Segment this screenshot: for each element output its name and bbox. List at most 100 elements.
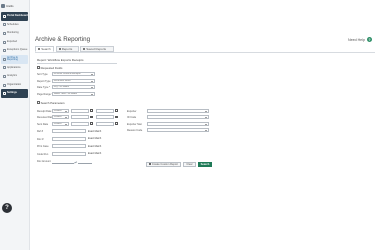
sidebar-item-label: Exceptions Queue [7,48,28,52]
tab-label: Saved Reports [86,46,107,51]
sidebar-item-label: Organization [7,82,22,86]
field-label: Report Type [37,79,51,83]
calendar-icon[interactable] [115,115,118,119]
sent-date-to-input[interactable] [96,121,114,126]
field-label: Sort Type [37,73,48,76]
doc-input[interactable] [52,136,86,141]
help-icon: ? [366,37,372,42]
ref-input[interactable] [52,129,86,134]
receipt-date-select[interactable]: Custom [52,108,69,113]
field-label: ID Code [127,116,137,119]
field-label: Sent Date [37,122,49,126]
exact-match-label: Exact Match [88,144,102,148]
calendar-icon[interactable] [90,122,93,125]
calendar-icon[interactable] [90,115,93,119]
print-case-input[interactable] [52,144,86,149]
received-date-to-input[interactable] [96,115,114,120]
collapse-checkbox-icon [37,66,40,69]
section-requested-fields[interactable]: Requested Fields [37,66,62,70]
plus-icon [149,163,152,166]
need-help-label: Need Help [348,37,365,42]
exact-match-label: Exact Match [88,152,102,156]
sidebar-item-monitoring[interactable]: Monitoring [1,29,28,38]
sidebar-item-applications[interactable]: Applications [1,64,28,73]
receipt-date-from-input[interactable] [71,108,89,113]
field-label: Code Run [37,152,49,156]
apps-icon [2,66,6,70]
search-icon [38,47,41,50]
collapse-checkbox-icon [37,101,40,104]
exact-match-label: Exact Match [88,129,102,133]
received-date-select[interactable]: Custom [52,115,69,120]
tab-label: Reports [61,46,73,51]
export-icon [2,40,6,44]
search-button[interactable]: Search [198,162,212,167]
section-title: Search Parameters [40,100,65,105]
divider [37,62,117,63]
app-logo-icon [1,4,5,8]
organization-icon [2,83,6,87]
received-date-from-input[interactable] [71,115,89,120]
sidebar-item-label: Exported [7,39,18,43]
sidebar-item-label: Applications [7,65,21,69]
sidebar-item-label: Monitoring [7,31,19,35]
reason-code-select[interactable] [147,128,209,133]
exporter-select[interactable] [147,108,209,113]
field-label: Receipt Date [37,109,52,113]
report-type-select[interactable]: Document Level [52,78,95,83]
field-label: Ref # [37,130,43,133]
calendar-icon[interactable] [90,109,93,112]
field-label: Print Case [37,145,49,148]
section-title: Requested Fields [40,65,63,70]
sidebar-item-label: Analytics [7,74,18,78]
sidebar-item-label: Schedules [7,22,19,26]
need-help-link[interactable]: Need Help ? [348,37,372,42]
field-label: Doc # [37,137,44,141]
field-label: Exporter Stat [127,122,142,126]
monitor-icon [2,31,6,35]
sidebar-item-exported[interactable]: Exported [1,38,28,47]
create-custom-report-button[interactable]: Create Custom Report [146,162,181,167]
calendar-icon[interactable] [115,122,118,125]
sidebar-item-label: Archive & Reporting [7,55,18,62]
queue-icon [2,49,6,53]
field-label: Exporter [127,109,137,113]
field-label: Received Date [37,116,54,119]
sent-date-select[interactable]: Custom [52,121,69,126]
date-type-select[interactable]: Any - All Dates [52,85,95,90]
archive-icon [2,57,6,61]
sidebar-item-archive-reporting[interactable]: Archive & Reporting [1,54,28,64]
help-fab-button[interactable]: ? [2,203,12,213]
field-label: Date Type * [37,86,51,89]
calendar-icon [2,23,6,27]
id-code-select[interactable] [147,115,209,120]
sidebar-item-analytics[interactable]: Analytics [1,72,28,81]
page-title: Archive & Reporting [35,36,91,43]
settings-icon [2,92,6,96]
page-range-select[interactable]: Select Here - All Dates [52,91,95,96]
exact-match-label: Exact Match [88,137,102,141]
sidebar-item-label: Settings [7,91,17,95]
exporter-stat-select[interactable] [147,121,209,126]
sidebar-item-exceptions-queue[interactable]: Exceptions Queue [1,46,28,55]
sidebar-item-organization[interactable]: Organization [1,81,28,90]
receipt-date-to-input[interactable] [96,108,114,113]
code-run-input[interactable] [52,151,86,156]
dashboard-icon [2,14,6,18]
sidebar-item-schedules[interactable]: Schedules [1,21,28,30]
calendar-icon[interactable] [115,109,118,112]
sidebar-item-label: Portal Dashboard [7,14,28,17]
sort-type-select[interactable]: All Work Content Receipts [52,72,95,77]
field-label: Page Range * [37,92,53,96]
reports-icon [58,47,61,50]
report-name: Report: Workflow Exports Receipts [37,58,84,62]
sent-date-from-input[interactable] [71,121,89,126]
saved-icon [83,47,86,50]
tab-label: Search [41,46,51,51]
sidebar-item-settings[interactable]: Settings [1,89,28,98]
clear-button[interactable]: Clear [183,162,196,167]
brand-label: Intellio [6,4,14,8]
button-label: Create Custom Report [151,162,178,166]
section-search-parameters[interactable]: Search Parameters [37,101,65,105]
sidebar-item-portal-dashboard[interactable]: Portal Dashboard [1,12,28,21]
